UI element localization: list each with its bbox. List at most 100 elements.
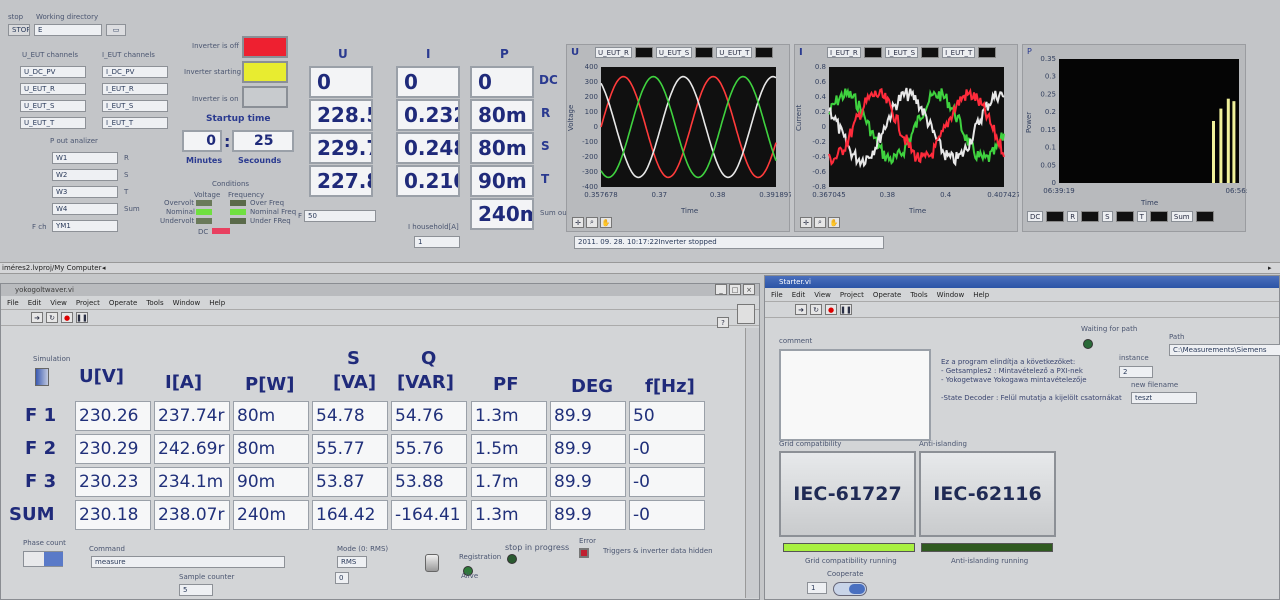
- scroll-right-icon[interactable]: ▸: [1268, 265, 1272, 272]
- crosshair-icon[interactable]: ✛: [800, 217, 812, 228]
- pause-icon[interactable]: ❚❚: [76, 312, 88, 323]
- menu-tools[interactable]: Tools: [146, 299, 163, 307]
- menu-help[interactable]: Help: [973, 291, 989, 299]
- legend-swatch: [1149, 211, 1168, 222]
- table-cell: 164.42: [312, 500, 388, 530]
- comment-field[interactable]: [779, 349, 931, 441]
- close-icon[interactable]: ×: [743, 284, 755, 295]
- header-f: f[Hz]: [645, 376, 695, 397]
- new-filename-field[interactable]: teszt: [1131, 392, 1197, 404]
- pause-icon[interactable]: ❚❚: [840, 304, 852, 315]
- iec-61727-button[interactable]: IEC-61727: [779, 451, 916, 537]
- menu-project[interactable]: Project: [840, 291, 864, 299]
- menu-window[interactable]: Window: [173, 299, 201, 307]
- minutes-field[interactable]: 0: [182, 130, 222, 152]
- help-icon[interactable]: ?: [717, 317, 729, 328]
- iec-62116-button[interactable]: IEC-62116: [919, 451, 1056, 537]
- x-ticks: 0.357678 0.37 0.38 0.391897: [584, 191, 791, 199]
- dc-label: DC: [198, 228, 209, 236]
- i-chart-panel: I I_EUT_R I_EUT_S I_EUT_T 0.8 0.6 0.4 0.2 0 -…: [794, 44, 1019, 232]
- x-tick-label: 06:56:2: [1226, 187, 1248, 195]
- command-field[interactable]: measure: [91, 556, 285, 568]
- abort-icon[interactable]: ●: [61, 312, 73, 323]
- menu-tools[interactable]: Tools: [910, 291, 927, 299]
- header-u: U[V]: [79, 366, 124, 387]
- table-cell: -0: [629, 500, 705, 530]
- zoom-icon[interactable]: ⌕: [586, 217, 598, 228]
- i-channel-field[interactable]: I_EUT_T: [102, 117, 168, 129]
- cooperate-field[interactable]: 1: [807, 582, 827, 594]
- hand-icon[interactable]: ✋: [600, 217, 612, 228]
- zoom-icon[interactable]: ⌕: [814, 217, 826, 228]
- run-arrow-icon[interactable]: ➜: [31, 312, 43, 323]
- u-channel-field[interactable]: U_EUT_S: [20, 100, 86, 112]
- cooperate-toggle[interactable]: [833, 582, 867, 596]
- menu-operate[interactable]: Operate: [109, 299, 137, 307]
- overvolt-label: Overvolt: [164, 199, 194, 207]
- run-continuous-icon[interactable]: ↻: [46, 312, 58, 323]
- run-continuous-icon[interactable]: ↻: [810, 304, 822, 315]
- menu-file[interactable]: File: [771, 291, 783, 299]
- i-channel-field[interactable]: I_EUT_R: [102, 83, 168, 95]
- u-channel-field[interactable]: U_EUT_R: [20, 83, 86, 95]
- phase-count-control[interactable]: [23, 551, 63, 567]
- mode-label: Mode (0: RMS): [337, 545, 389, 553]
- registration-switch[interactable]: [425, 554, 439, 572]
- path-field[interactable]: C:\Measurements\Siemens: [1169, 344, 1280, 356]
- menu-project[interactable]: Project: [76, 299, 100, 307]
- p-out-field[interactable]: W1: [52, 152, 118, 164]
- table-cell: 1.7m: [471, 467, 547, 497]
- legend-item: DC: [1027, 211, 1044, 222]
- household-field[interactable]: 1: [414, 236, 460, 248]
- seconds-field[interactable]: 25: [232, 130, 294, 152]
- p-out-field[interactable]: W2: [52, 169, 118, 181]
- instance-field[interactable]: 2: [1119, 366, 1153, 378]
- grid-compat-label: Grid compatibility: [779, 440, 842, 448]
- menu-file[interactable]: File: [7, 299, 19, 307]
- abort-icon[interactable]: ●: [825, 304, 837, 315]
- row-tag: DC: [539, 73, 558, 87]
- scroll-left-icon[interactable]: ◂: [102, 265, 106, 272]
- i-channel-field[interactable]: I_EUT_S: [102, 100, 168, 112]
- undervolt-label: Undervolt: [160, 217, 195, 225]
- y-tick-label: 200: [585, 93, 598, 101]
- p-out-tag: S: [124, 171, 129, 179]
- menu-edit[interactable]: Edit: [28, 299, 42, 307]
- p-out-field[interactable]: W3: [52, 186, 118, 198]
- menu-help[interactable]: Help: [209, 299, 225, 307]
- mode-field[interactable]: RMS: [337, 556, 367, 568]
- y-tick-label: 0: [594, 123, 598, 131]
- menu-window[interactable]: Window: [937, 291, 965, 299]
- frequency-field[interactable]: 50: [304, 210, 376, 222]
- row-tag: T: [541, 172, 550, 186]
- f-ch-field[interactable]: YM1: [52, 220, 118, 232]
- legend-swatch: [1081, 211, 1100, 222]
- anti-running-label: Anti-islanding running: [951, 557, 1029, 565]
- working-dir-field[interactable]: E: [34, 24, 102, 36]
- table-cell: 230.29: [75, 434, 151, 464]
- menu-edit[interactable]: Edit: [792, 291, 806, 299]
- p-chart-legend: DC R S T Sum: [1027, 211, 1214, 222]
- x-ticks: 06:39:19 06:56:2: [1043, 187, 1247, 195]
- hand-icon[interactable]: ✋: [828, 217, 840, 228]
- legend-swatch: [634, 47, 653, 58]
- menu-view[interactable]: View: [50, 299, 67, 307]
- stop-button[interactable]: STOP: [8, 24, 30, 36]
- menu-view[interactable]: View: [814, 291, 831, 299]
- p-out-field[interactable]: W4: [52, 203, 118, 215]
- i-channel-field[interactable]: I_DC_PV: [102, 66, 168, 78]
- header-i: I[A]: [165, 372, 203, 393]
- i-value: 0.248: [396, 132, 460, 164]
- simulation-toggle[interactable]: [35, 368, 49, 386]
- maximize-icon[interactable]: □: [729, 284, 741, 295]
- menu-operate[interactable]: Operate: [873, 291, 901, 299]
- crosshair-icon[interactable]: ✛: [572, 217, 584, 228]
- x-tick-label: 0.38: [880, 191, 896, 199]
- vertical-scrollbar[interactable]: [745, 328, 759, 598]
- folder-browse-icon[interactable]: ▭: [106, 24, 126, 36]
- toggle-knob: [849, 584, 865, 594]
- minimize-icon[interactable]: _: [715, 284, 727, 295]
- run-arrow-icon[interactable]: ➜: [795, 304, 807, 315]
- u-channel-field[interactable]: U_DC_PV: [20, 66, 86, 78]
- u-channel-field[interactable]: U_EUT_T: [20, 117, 86, 129]
